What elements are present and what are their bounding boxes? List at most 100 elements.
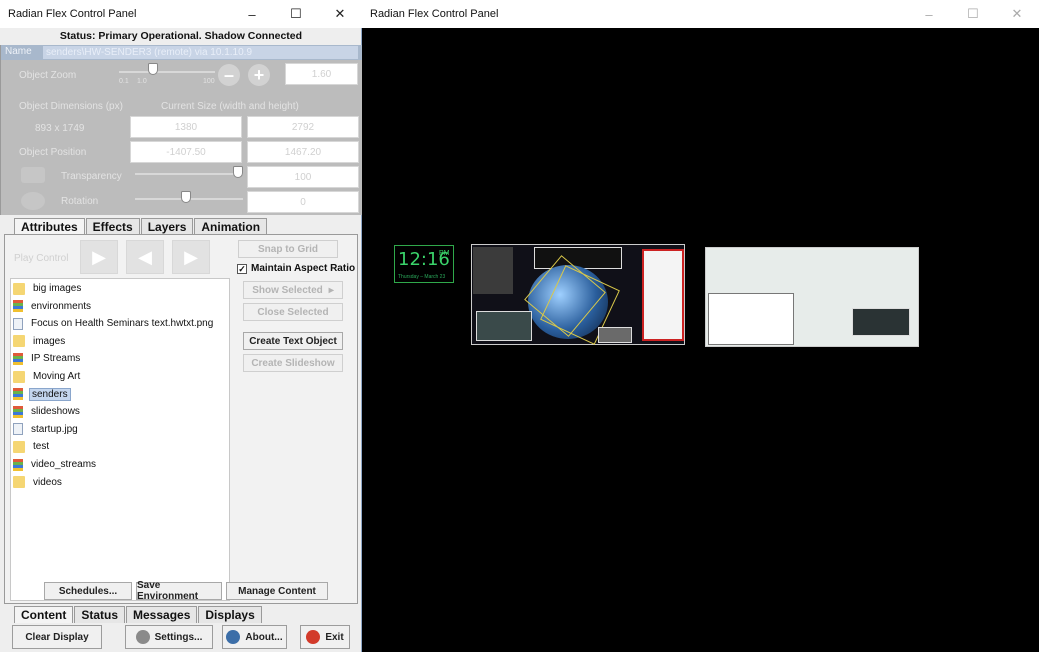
rotation-value-field[interactable]: 0 [247,191,359,213]
preview-window-title: Radian Flex Control Panel [370,8,499,20]
preview-close-button[interactable]: ✕ [995,0,1039,28]
create-slideshow-button[interactable]: Create Slideshow [243,354,343,372]
maintain-aspect-label: Maintain Aspect Ratio [251,263,356,274]
close-button[interactable]: ✕ [318,0,362,28]
clear-display-button[interactable]: Clear Display [12,625,102,649]
zoom-value-field[interactable]: 1.60 [285,63,358,85]
list-item-label: Focus on Health Seminars text.hwtxt.png [31,318,214,330]
rotation-icon [21,192,45,210]
map-video-tile [852,308,910,336]
name-label: Name [5,46,32,57]
list-item[interactable]: big images [13,281,83,296]
transparency-icon [21,167,45,183]
display-preview-window: Radian Flex Control Panel – ☐ ✕ 12:16 PM… [362,0,1039,652]
maintain-aspect-checkbox[interactable]: ✓ [237,263,247,274]
zoom-slider-track[interactable] [119,71,215,73]
object-zoom-label: Object Zoom [19,70,77,81]
play-control-label: Play Control [14,253,69,264]
list-item[interactable]: environments [13,299,93,314]
folder-icon [13,440,25,453]
width-field[interactable]: 1380 [130,116,242,138]
manage-content-button[interactable]: Manage Content [226,582,328,600]
list-item[interactable]: Focus on Health Seminars text.hwtxt.png [13,316,215,331]
collage-video-tile [476,311,532,341]
list-item[interactable]: Moving Art [13,369,82,384]
next-button[interactable]: ▶ [172,240,210,274]
map-screen[interactable] [705,247,919,347]
snap-to-grid-button[interactable]: Snap to Grid [238,240,338,258]
show-selected-button[interactable]: Show Selected ▸ [243,281,343,299]
zoom-out-button[interactable]: – [218,64,240,86]
exit-icon [306,630,321,644]
list-item[interactable]: test [13,439,51,454]
clock-ampm: PM [439,250,450,257]
position-x-field[interactable]: -1407.50 [130,141,242,163]
list-item-label: environments [31,300,92,312]
name-row: Name senders\HW-SENDER3 (remote) via 10.… [1,45,363,60]
zoom-slider-thumb[interactable] [148,63,158,75]
play-icon: ▶ [92,246,106,267]
position-y-field[interactable]: 1467.20 [247,141,359,163]
rotation-slider-thumb[interactable] [181,191,191,203]
map-dialog-window [708,293,794,345]
left-title-bar: Radian Flex Control Panel – ☐ ✕ [0,0,362,28]
status-text: Status: Primary Operational. Shadow Conn… [59,30,303,42]
maintain-aspect-row[interactable]: ✓ Maintain Aspect Ratio [237,263,355,274]
tab-animation[interactable]: Animation [194,218,268,235]
list-item-label: video_streams [31,459,97,470]
content-file-list[interactable]: big images environments Focus on Health Se… [10,278,230,601]
content-collage[interactable] [471,244,685,345]
tab-messages[interactable]: Messages [126,606,198,623]
tab-layers[interactable]: Layers [140,218,194,235]
tab-status[interactable]: Status [74,606,126,623]
preview-maximize-button[interactable]: ☐ [951,0,995,28]
control-panel-window: Radian Flex Control Panel – ☐ ✕ Status: … [0,0,363,652]
folder-icon [13,370,25,383]
environment-icon [13,388,23,401]
list-item[interactable]: videos [13,475,64,490]
tab-content[interactable]: Content [14,606,74,623]
exit-button[interactable]: Exit [300,625,350,649]
play-button[interactable]: ▶ [80,240,118,274]
about-button[interactable]: About... [222,625,287,649]
schedules-button[interactable]: Schedules... [44,582,132,600]
list-item[interactable]: startup.jpg [13,422,80,437]
folder-icon [13,476,25,489]
clock-widget[interactable]: 12:16 PM Thursday – March 23 [394,245,454,283]
height-field[interactable]: 2792 [247,116,359,138]
settings-button[interactable]: Settings... [125,625,213,649]
list-item-label: IP Streams [31,353,81,365]
maximize-button[interactable]: ☐ [274,0,318,28]
current-size-label: Current Size (width and height) [161,101,299,112]
tab-displays[interactable]: Displays [198,606,262,623]
tab-attributes[interactable]: Attributes [14,218,85,235]
save-environment-button[interactable]: Save Environment [136,580,222,602]
transparency-slider-thumb[interactable] [233,166,243,178]
previous-button[interactable]: ◀ [126,240,164,274]
collage-photo-tile [598,327,632,343]
create-text-object-button[interactable]: Create Text Object [243,332,343,350]
environment-icon [13,352,23,365]
list-item[interactable]: images [13,334,67,349]
right-title-bar: Radian Flex Control Panel – ☐ ✕ [362,0,1039,28]
object-dimensions-label: Object Dimensions (px) [19,101,123,112]
list-item[interactable]: IP Streams [13,351,82,366]
list-item[interactable]: video_streams [13,457,98,472]
list-item[interactable]: slideshows [13,404,82,419]
preview-minimize-button[interactable]: – [907,0,951,28]
main-tabs: Content Status Messages Displays [14,606,263,623]
info-icon [226,630,241,644]
list-item[interactable]: senders [13,387,71,402]
settings-label: Settings... [154,631,203,643]
close-selected-button[interactable]: Close Selected [243,303,343,321]
gear-icon [135,630,150,644]
zoom-in-button[interactable]: + [248,64,270,86]
transparency-value-field[interactable]: 100 [247,166,359,188]
minimize-button[interactable]: – [230,0,274,28]
name-field[interactable]: senders\HW-SENDER3 (remote) via 10.1.10.… [43,46,358,59]
folder-icon [13,282,25,295]
zoom-tick-min: 0.1 [119,78,129,85]
transparency-slider-track[interactable] [135,173,243,175]
tab-effects[interactable]: Effects [85,218,140,235]
object-position-label: Object Position [19,147,87,158]
